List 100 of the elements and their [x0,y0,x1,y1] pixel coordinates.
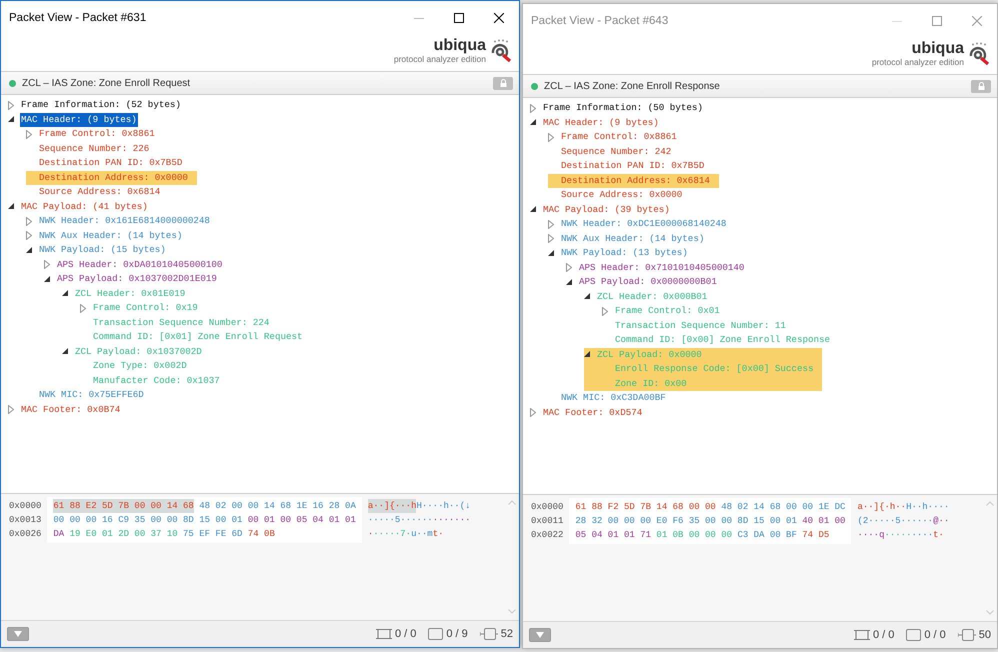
hex-bytes: 48 02 00 00 14 68 1E 16 28 0A [199,500,356,513]
tree-item[interactable]: APS Payload: 0x1037002D01E019 [56,272,218,286]
expand-arrow-icon[interactable] [26,216,32,226]
status-text: 0 / 0 [924,629,946,641]
expand-arrow-icon[interactable] [26,130,32,139]
hex-bytes: 01 0B 00 00 00 [656,529,732,542]
packet-summary: ZCL – IAS Zone: Zone Enroll Response [544,80,721,92]
ascii-text: t· [933,529,944,542]
ascii-text: H··h···· [906,501,950,514]
length-icon [958,629,976,641]
ascii-text: ···· [912,529,934,542]
tree-item[interactable]: APS Header: 0xDA01010405000100 [56,258,224,272]
hex-bytes: 75 EF FE 6D [183,528,242,541]
collapse-arrow-icon[interactable] [584,351,591,358]
hex-offset: 0x0000 [531,501,564,514]
tree-item[interactable]: Destination Address: 0x6814 [560,174,711,188]
tree-item[interactable]: Sequence Number: 226 [38,142,150,156]
hex-offset: 0x0026 [9,528,42,541]
lock-button[interactable] [493,76,513,90]
edition-text: protocol analyzer edition [872,57,964,67]
ascii-text: ····· [884,529,912,542]
ascii-text: ·····7· [373,528,412,541]
tree-item[interactable]: ZCL Header: 0x01E019 [74,286,186,301]
hex-bytes: 28 32 00 00 00 E0 F6 35 00 00 8D 15 00 01 [575,515,797,528]
hex-bytes: DA [53,528,64,541]
rectangle-icon [906,629,922,641]
hex-bytes: 19 E0 01 2D 00 37 10 [70,528,178,541]
tree-item[interactable]: Source Address: 0x6814 [38,185,162,200]
tree-item[interactable]: Destination Address: 0x0000 [38,170,189,185]
ascii-text: @·· [933,515,950,528]
tree-item[interactable]: MAC Header: (9 bytes) [20,112,138,127]
hex-offset: 0x0011 [531,515,564,528]
caret-icon [14,631,22,637]
tree-item[interactable]: Frame Control: 0x19 [92,301,199,316]
dropdown-button[interactable] [7,627,29,641]
hex-bytes: 74 0B [248,528,275,541]
ascii-text: H····h··(↓ [416,500,470,513]
collapse-arrow-icon[interactable] [8,116,15,124]
tree-item[interactable]: Transaction Sequence Number: 224 [92,316,270,330]
ascii-text: u··m [411,528,433,541]
tree-item[interactable]: Command ID: [0x01] Zone Enroll Request [92,330,304,344]
hex-bytes: 48 02 14 68 00 00 1E DC [721,501,846,514]
tree-item[interactable]: NWK Payload: (15 bytes) [38,243,167,258]
collapse-arrow-icon[interactable] [62,348,69,356]
lock-icon [500,79,506,87]
hex-offset: 0x0013 [9,514,42,527]
status-text: 50 [978,629,991,641]
close-icon [494,13,504,23]
hex-bytes: 05 04 01 01 71 [575,529,652,542]
length-icon [480,628,498,640]
tree-item[interactable]: Frame Control: 0x8861 [38,127,156,142]
collapse-arrow-icon[interactable] [26,246,33,254]
logo-text: ubiqua [434,38,486,54]
selection-icon [376,628,392,640]
maximize-icon [454,13,464,23]
ascii-text: ····q [857,529,884,542]
ascii-text: ·····5······ [368,514,433,527]
expand-arrow-icon[interactable] [44,260,50,270]
scroll-up-icon[interactable] [508,500,516,505]
expand-arrow-icon[interactable] [8,405,14,414]
logo-icon [489,39,513,63]
edition-text: protocol analyzer edition [394,54,486,64]
rectangle-icon [428,628,444,640]
tree-item[interactable]: MAC Payload: (41 bytes) [20,200,149,214]
ascii-text: (2·····5······ [857,515,934,528]
tree-item[interactable]: Destination PAN ID: 0x7B5D [38,156,184,170]
scroll-down-icon[interactable] [508,609,516,614]
status-text: 0 / 9 [446,628,468,640]
selection-icon [854,629,870,641]
ascii-text: a··]{·h·· [857,501,906,514]
collapse-arrow-icon[interactable] [44,276,51,283]
logo-icon [967,42,991,66]
ascii-text: ······· [432,514,470,527]
status-text: 52 [500,628,513,640]
expand-arrow-icon[interactable] [80,304,86,313]
close-icon [972,16,982,26]
lock-icon [978,82,984,90]
status-text: 0 / 0 [394,628,416,640]
ascii-text: a··]{···h [368,499,416,513]
tree-item[interactable]: NWK Aux Header: (14 bytes) [38,228,184,243]
collapse-arrow-icon[interactable] [8,203,15,210]
expand-arrow-icon[interactable] [26,231,32,240]
hex-offset: 0x0022 [531,529,564,542]
maximize-icon [932,16,942,26]
tree-item[interactable]: ZCL Payload: 0x1037002D [74,344,203,359]
ascii-text: t· [432,528,444,541]
packet-summary: ZCL – IAS Zone: Zone Enroll Request [22,78,192,88]
tree-item[interactable]: NWK Header: 0x161E6814000000248 [38,214,211,228]
tree-item[interactable]: Zone Type: 0x002D [92,359,188,374]
hex-bytes: 00 01 00 05 04 01 01 [248,514,356,527]
window-title: Packet View - Packet #643 [531,15,670,27]
expand-arrow-icon[interactable] [8,100,14,110]
collapse-arrow-icon[interactable] [62,290,69,298]
tree-item[interactable]: Frame Information: (52 bytes) [20,98,182,112]
tree-item[interactable]: NWK MIC: 0x75EFFE6D [38,388,145,402]
status-text: 0 / 0 [872,629,894,641]
tree-item[interactable]: Manufacter Code: 0x1037 [92,374,221,388]
logo-text: ubiqua [912,41,964,57]
tree-item[interactable]: MAC Footer: 0x0B74 [20,402,122,417]
hex-bytes: C3 DA 00 BF [737,529,797,542]
